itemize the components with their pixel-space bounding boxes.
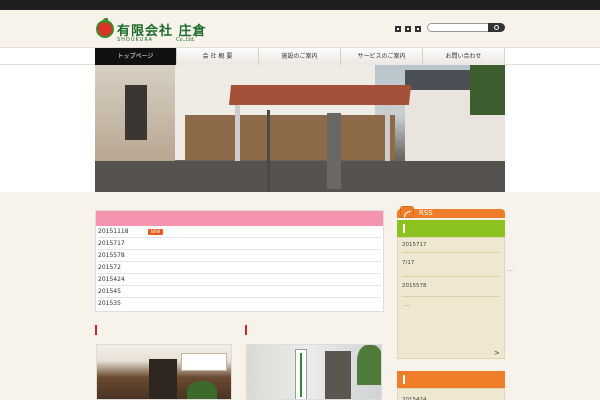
main-nav: トップページ 会 社 概 要 施設のご案内 サービスのご案内 お問い合わせ [0, 47, 600, 65]
sidebar-entry[interactable]: 2015717 [402, 242, 427, 248]
rss-icon [400, 206, 414, 218]
news-box: 20151118 NEW 2015717 2015578 201572 2015… [95, 210, 384, 312]
news-date: 20151118 [98, 228, 129, 235]
news-date: 2015424 [98, 276, 125, 283]
logo-co: Co.,Ltd. [176, 37, 196, 43]
section-marker-left [95, 325, 97, 335]
news-date: 201572 [98, 264, 121, 271]
nav-item-contact[interactable]: お問い合わせ [423, 48, 505, 65]
rss-label: RSS [419, 209, 433, 217]
sidebar-ellipsis: … [404, 301, 410, 308]
rss-small-icon[interactable] [415, 26, 421, 32]
sidebar-panel-1: 2015717 7/17 2015578 … > [397, 237, 505, 359]
rss-tab[interactable]: RSS [397, 206, 505, 218]
facility-photo-2[interactable] [246, 344, 382, 400]
sidebar-entry[interactable]: 2015578 [402, 283, 427, 289]
top-bar [0, 0, 600, 10]
news-date: 2015578 [98, 252, 125, 259]
nav-item-company[interactable]: 会 社 概 要 [177, 48, 259, 65]
header: 有限会社 庄倉 SHOUKURA Co.,Ltd. [0, 10, 600, 47]
news-item[interactable]: 201535 [98, 298, 381, 310]
search-button[interactable] [488, 23, 505, 32]
news-item[interactable]: 2015424 [98, 274, 381, 286]
news-item[interactable]: 20151118 NEW [98, 226, 381, 238]
lamp-post [267, 110, 270, 192]
stone-lantern [327, 113, 341, 189]
hero-banner [0, 65, 600, 192]
twitter-icon[interactable] [395, 26, 401, 32]
news-item[interactable]: 2015578 [98, 250, 381, 262]
nav-item-facilities[interactable]: 施設のご案内 [259, 48, 341, 65]
nav-item-top[interactable]: トップページ [95, 48, 177, 65]
new-badge: NEW [148, 229, 163, 235]
sidebar-panel-2: 2015424 [397, 388, 505, 400]
news-date: 2015717 [98, 240, 125, 247]
news-item[interactable]: 2015717 [98, 238, 381, 250]
sidebar-orange-header [397, 371, 505, 391]
site-logo[interactable]: 有限会社 庄倉 SHOUKURA Co.,Ltd. [96, 18, 206, 48]
news-date: 201545 [98, 288, 121, 295]
news-list: 20151118 NEW 2015717 2015578 201572 2015… [96, 226, 383, 310]
logo-subtitle: SHOUKURA [117, 37, 154, 43]
sidebar-entry[interactable]: 7/17 [402, 260, 414, 266]
facebook-icon[interactable] [405, 26, 411, 32]
tomato-logo-icon [96, 18, 114, 38]
sidebar-green-header [397, 220, 505, 240]
nav-item-services[interactable]: サービスのご案内 [341, 48, 423, 65]
news-item[interactable]: 201572 [98, 262, 381, 274]
more-arrow-button[interactable]: > [494, 349, 500, 357]
main-content: 20151118 NEW 2015717 2015578 201572 2015… [0, 192, 600, 400]
search-input[interactable] [427, 23, 489, 32]
section-marker-right [245, 325, 247, 335]
social-links [395, 26, 421, 32]
news-date: 201535 [98, 300, 121, 307]
hero-photo [95, 65, 505, 192]
overflow-ellipsis: … [507, 266, 513, 273]
facility-photo-1[interactable] [96, 344, 232, 400]
news-item[interactable]: 201545 [98, 286, 381, 298]
news-header [96, 211, 383, 226]
search-box [427, 23, 505, 32]
